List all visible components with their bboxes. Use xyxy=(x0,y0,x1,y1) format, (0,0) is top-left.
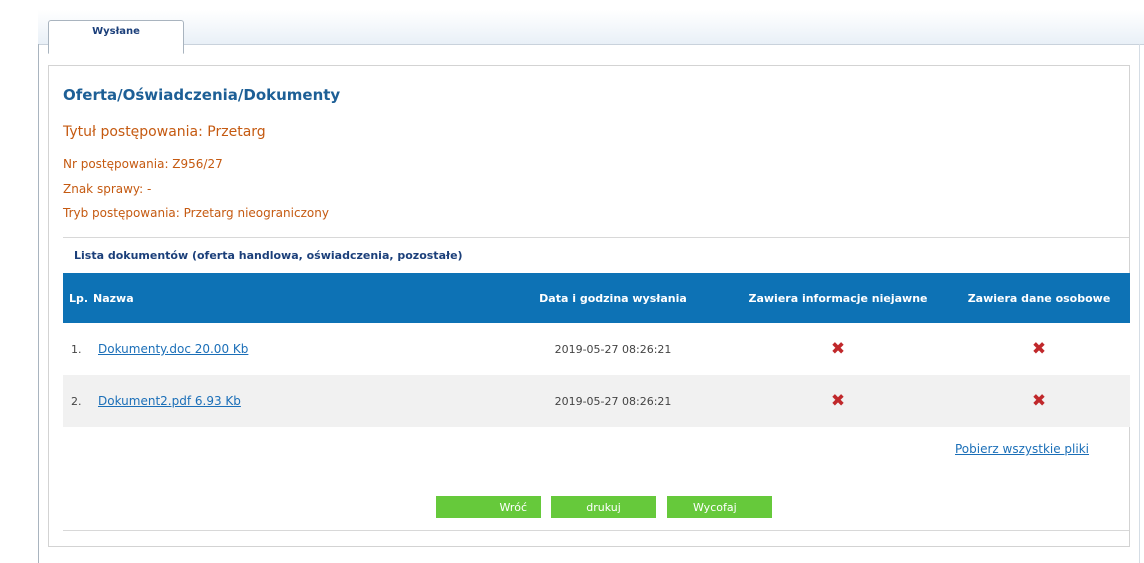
classified-no-icon: ✖ xyxy=(830,338,846,359)
row-number: 1. xyxy=(71,343,82,356)
documents-list-title: Lista dokumentów (oferta handlowa, oświa… xyxy=(74,249,463,262)
proceeding-mode: Tryb postępowania: Przetarg nieograniczo… xyxy=(63,206,329,220)
withdraw-button[interactable]: Wycofaj xyxy=(667,496,772,518)
column-header-lp: Lp. xyxy=(69,291,89,305)
tab-strip: Wysłane xyxy=(38,10,1144,54)
table-header-row: Lp. Nazwa Data i godzina wysłania Zawier… xyxy=(63,273,1130,323)
table-row: 2. Dokument2.pdf 6.93 Kb 2019-05-27 08:2… xyxy=(63,375,1130,427)
back-button[interactable]: Wróć xyxy=(436,496,541,518)
download-all-link[interactable]: Pobierz wszystkie pliki xyxy=(955,442,1089,456)
column-header-name: Nazwa xyxy=(93,291,134,305)
divider xyxy=(63,237,1129,238)
classified-no-icon: ✖ xyxy=(830,390,846,411)
sent-date: 2019-05-27 08:26:21 xyxy=(554,343,672,356)
personal-data-no-icon: ✖ xyxy=(1031,338,1047,359)
proceeding-number: Nr postępowania: Z956/27 xyxy=(63,157,223,171)
proceeding-title: Tytuł postępowania: Przetarg xyxy=(63,124,266,140)
table-row: 1. Dokumenty.doc 20.00 Kb 2019-05-27 08:… xyxy=(63,323,1130,375)
bottom-divider xyxy=(63,530,1129,531)
page: Wysłane Oferta/Oświadczenia/Dokumenty Ty… xyxy=(0,0,1144,563)
document-link[interactable]: Dokumenty.doc 20.00 Kb xyxy=(98,342,248,356)
personal-data-no-icon: ✖ xyxy=(1031,390,1047,411)
document-link[interactable]: Dokument2.pdf 6.93 Kb xyxy=(98,394,241,408)
case-mark: Znak sprawy: - xyxy=(63,182,152,196)
column-header-date: Data i godzina wysłania xyxy=(539,291,687,305)
row-number: 2. xyxy=(71,395,82,408)
column-header-classified: Zawiera informacje niejawne xyxy=(748,291,928,305)
column-header-personal: Zawiera dane osobowe xyxy=(967,291,1111,305)
documents-table: Lp. Nazwa Data i godzina wysłania Zawier… xyxy=(63,273,1130,427)
print-button[interactable]: drukuj xyxy=(551,496,656,518)
sent-date: 2019-05-27 08:26:21 xyxy=(554,395,672,408)
page-title: Oferta/Oświadczenia/Dokumenty xyxy=(63,86,341,104)
